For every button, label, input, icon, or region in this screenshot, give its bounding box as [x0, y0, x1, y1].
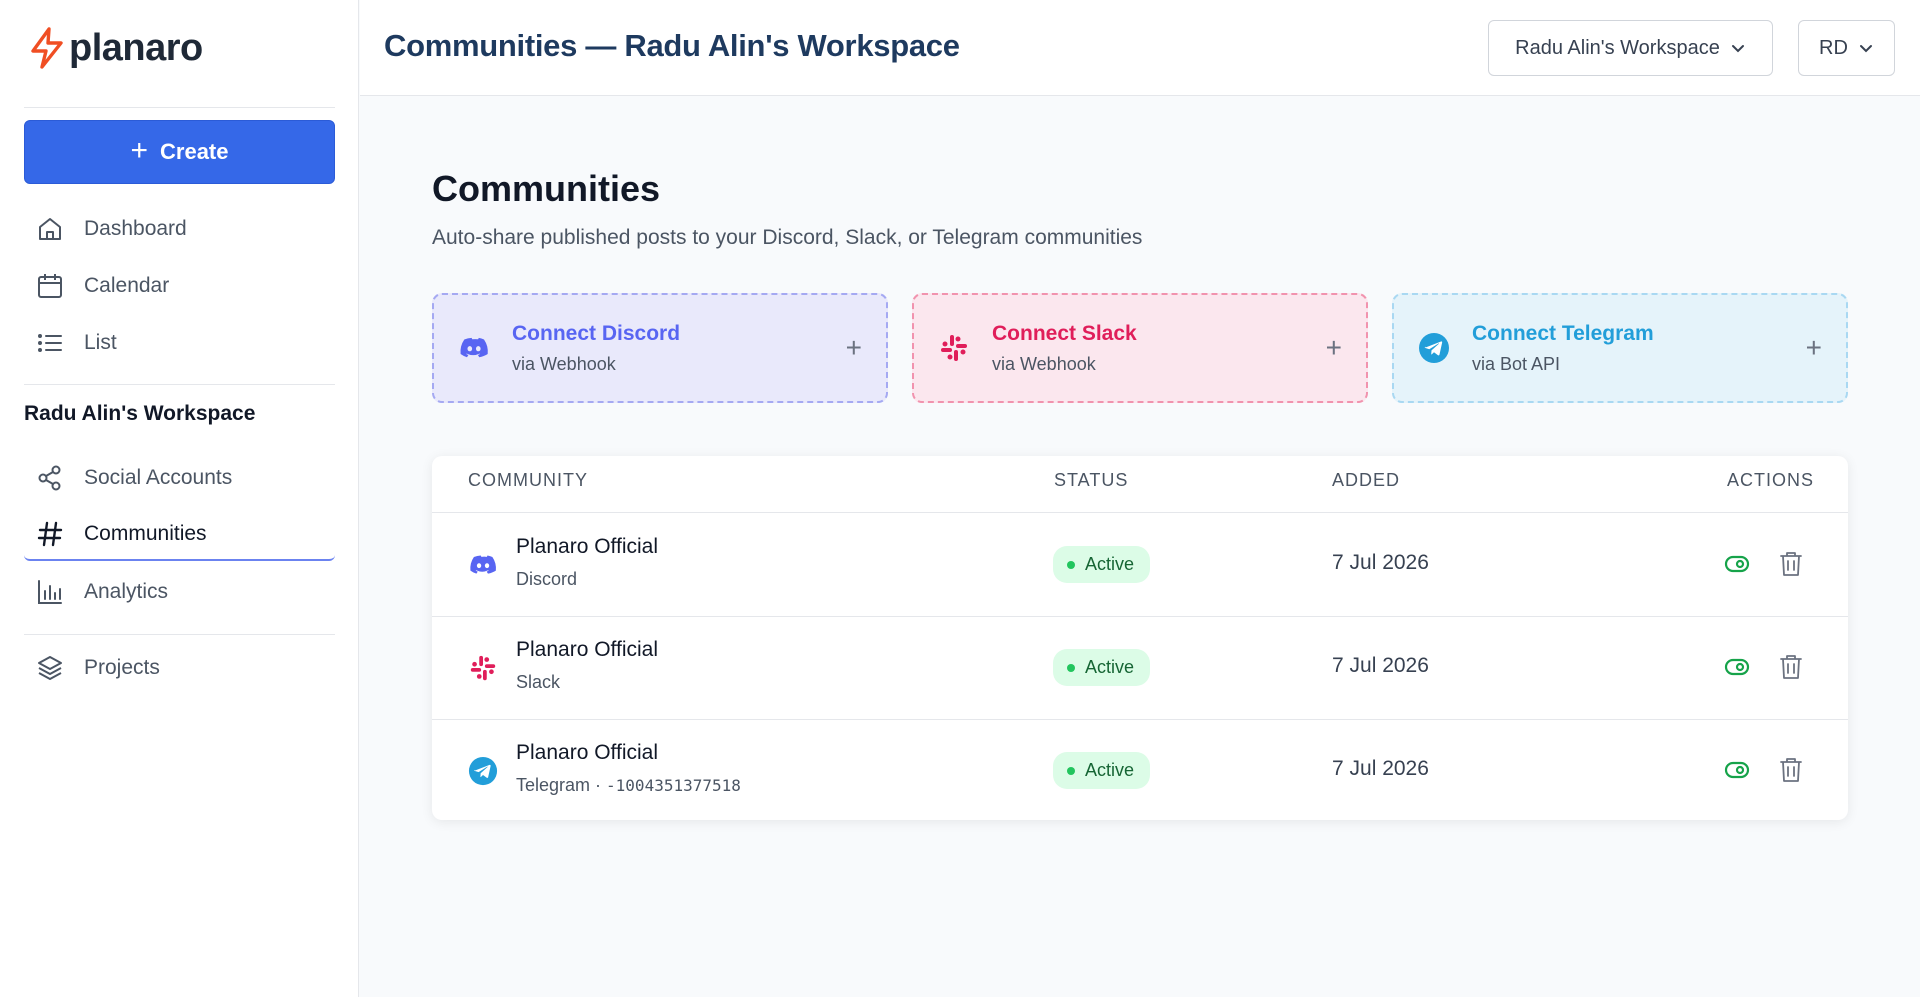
sidebar-item-list[interactable]: List	[24, 317, 335, 369]
status-label: Active	[1085, 554, 1135, 574]
connect-card-subtitle: via Bot API	[1472, 353, 1561, 374]
added-date: 7 Jul 2026	[1332, 757, 1429, 780]
sidebar-item-label: Social Accounts	[84, 466, 233, 489]
chat-id: -1004351377518	[606, 776, 741, 795]
status-badge: Active	[1053, 546, 1151, 583]
sidebar-item-label: Dashboard	[84, 217, 187, 240]
connect-card-title: Connect Telegram	[1472, 321, 1654, 345]
sidebar-item-label: Analytics	[84, 580, 169, 603]
community-name: Planaro Official	[516, 535, 659, 558]
sidebar-item-label: Calendar	[84, 274, 170, 297]
column-header-added: ADDED	[1332, 470, 1401, 490]
sidebar-item-social-accounts[interactable]: Social Accounts	[24, 452, 335, 504]
trash-icon[interactable]	[1778, 653, 1804, 681]
page-subtitle: Auto-share published posts to your Disco…	[432, 226, 1143, 249]
hash-icon	[37, 521, 63, 547]
community-name: Planaro Official	[516, 741, 659, 764]
chevron-down-icon	[1731, 45, 1744, 53]
status-dot-icon	[1067, 663, 1075, 672]
page-title: Communities	[432, 168, 661, 209]
sidebar-item-calendar[interactable]: Calendar	[24, 260, 335, 312]
toggle-icon[interactable]	[1724, 654, 1750, 680]
platform-label: Slack	[516, 672, 561, 692]
status-badge: Active	[1053, 752, 1151, 789]
sidebar-item-communities[interactable]: Communities	[24, 509, 335, 561]
connect-discord-card[interactable]: Connect Discord via Webhook +	[432, 293, 888, 403]
table-row: Planaro Official Slack Active 7 Jul 2026	[432, 616, 1848, 719]
slack-icon	[941, 335, 967, 361]
connect-card-subtitle: via Webhook	[992, 353, 1096, 374]
connect-card-title: Connect Discord	[512, 321, 681, 345]
header-title: Communities — Radu Alin's Workspace	[384, 28, 960, 63]
brand-logo[interactable]: planaro	[29, 26, 203, 70]
community-platform: Slack	[516, 672, 560, 693]
list-icon	[38, 334, 62, 352]
column-header-community: COMMUNITY	[468, 470, 588, 490]
telegram-icon	[468, 756, 498, 786]
workspace-select-value: Radu Alin's Workspace	[1515, 36, 1720, 59]
separator-dot: ·	[590, 775, 607, 795]
table-row: Planaro Official Telegram · -10043513775…	[432, 719, 1848, 822]
chevron-down-icon	[1859, 45, 1872, 53]
create-label: Create	[160, 139, 229, 164]
divider	[24, 107, 335, 108]
status-label: Active	[1085, 760, 1135, 780]
bar-chart-icon	[38, 580, 62, 604]
connect-card-subtitle: via Webhook	[512, 353, 616, 374]
home-icon	[39, 218, 61, 240]
connect-card-text: Connect Discord via Webhook	[512, 322, 846, 375]
calendar-icon	[38, 274, 62, 298]
divider	[24, 384, 335, 385]
telegram-icon	[1419, 333, 1449, 363]
platform-label: Discord	[516, 569, 578, 589]
community-platform: Discord	[516, 569, 577, 590]
sidebar-item-label: Projects	[84, 656, 160, 679]
top-header: Communities — Radu Alin's Workspace Radu…	[360, 0, 1920, 96]
bolt-icon	[31, 27, 63, 69]
platform-label: Telegram	[516, 775, 591, 795]
plus-icon: +	[130, 133, 149, 167]
toggle-icon[interactable]	[1724, 757, 1750, 783]
added-date: 7 Jul 2026	[1332, 654, 1429, 677]
share-icon	[38, 465, 61, 491]
table-row: Planaro Official Discord Active 7 Jul 20…	[432, 513, 1848, 616]
connect-slack-card[interactable]: Connect Slack via Webhook +	[912, 293, 1368, 403]
community-platform: Telegram · -1004351377518	[516, 775, 741, 796]
user-menu[interactable]: RD	[1798, 20, 1895, 76]
connect-card-text: Connect Telegram via Bot API	[1472, 322, 1806, 375]
trash-icon[interactable]	[1778, 756, 1804, 784]
status-label: Active	[1085, 657, 1135, 677]
plus-icon: +	[1325, 332, 1342, 363]
sidebar-item-dashboard[interactable]: Dashboard	[24, 203, 335, 255]
connect-telegram-card[interactable]: Connect Telegram via Bot API +	[1392, 293, 1848, 403]
sidebar-item-analytics[interactable]: Analytics	[24, 566, 335, 618]
toggle-icon[interactable]	[1724, 551, 1750, 577]
create-button[interactable]: + Create	[24, 120, 335, 184]
user-initials: RD	[1819, 36, 1848, 59]
column-header-actions: ACTIONS	[1727, 470, 1815, 490]
workspace-select[interactable]: Radu Alin's Workspace	[1488, 20, 1773, 76]
divider	[24, 634, 335, 635]
sidebar-item-projects[interactable]: Projects	[24, 642, 335, 694]
brand-name: planaro	[69, 27, 203, 69]
discord-icon	[470, 555, 496, 574]
community-name: Planaro Official	[516, 638, 659, 661]
sidebar: planaro + Create Dashboard Calendar List…	[0, 0, 359, 997]
plus-icon: +	[1805, 332, 1822, 363]
sidebar-item-label: Communities	[84, 522, 207, 545]
discord-icon	[460, 337, 488, 358]
status-dot-icon	[1067, 766, 1075, 775]
sidebar-item-label: List	[84, 331, 117, 354]
added-date: 7 Jul 2026	[1332, 551, 1429, 574]
connect-card-title: Connect Slack	[992, 321, 1137, 345]
status-dot-icon	[1067, 560, 1075, 569]
plus-icon: +	[845, 332, 862, 363]
connect-card-text: Connect Slack via Webhook	[992, 322, 1326, 375]
status-badge: Active	[1053, 649, 1151, 686]
slack-icon	[470, 655, 496, 681]
workspace-section-label: Radu Alin's Workspace	[24, 402, 256, 425]
column-header-status: STATUS	[1054, 470, 1129, 490]
layers-icon	[38, 656, 62, 680]
trash-icon[interactable]	[1778, 550, 1804, 578]
